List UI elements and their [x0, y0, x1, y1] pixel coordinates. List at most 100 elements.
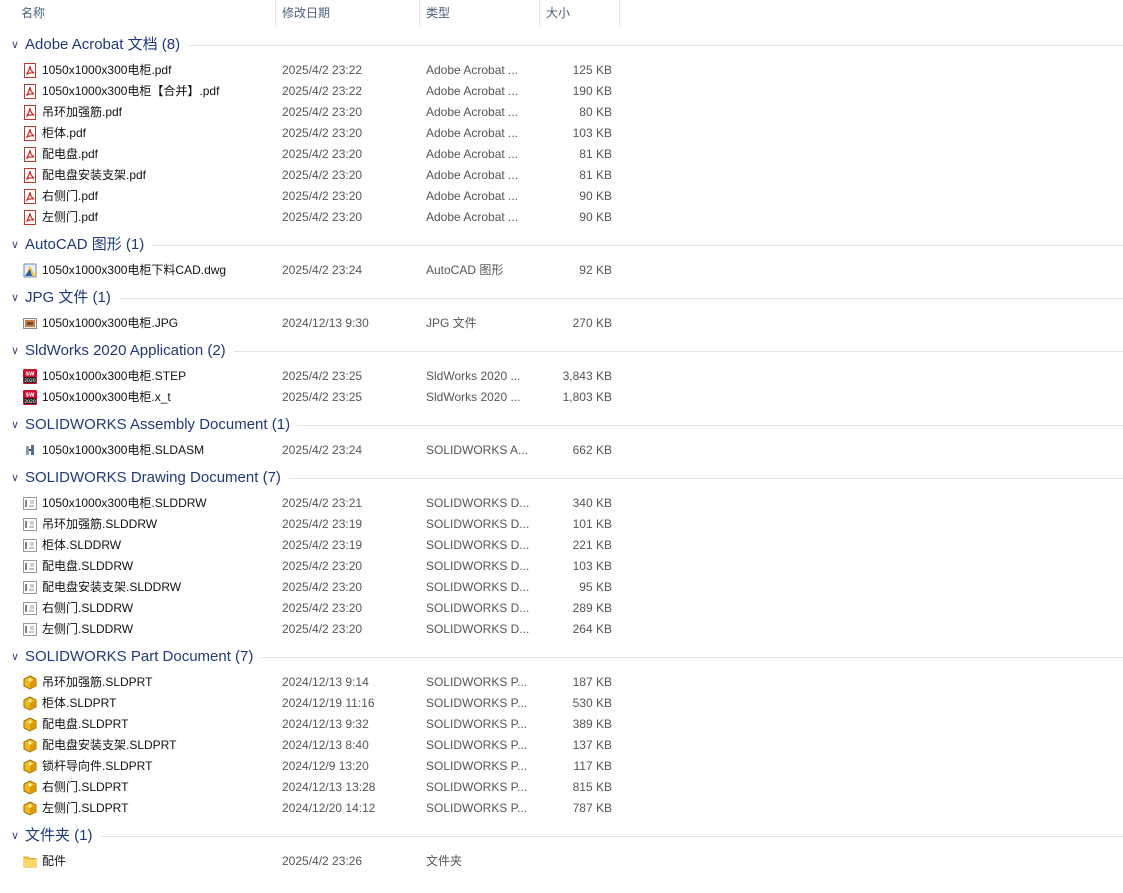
dwg-icon — [23, 263, 37, 278]
file-row[interactable]: 吊环加强筋.pdf 2025/4/2 23:20 Adobe Acrobat ...… — [0, 102, 1123, 123]
chevron-down-icon[interactable]: ∨ — [8, 34, 22, 56]
file-date: 2025/4/2 23:21 — [282, 496, 363, 510]
file-date: 2025/4/2 23:24 — [282, 263, 363, 277]
group-divider — [298, 425, 1123, 426]
group-header[interactable]: ∨ SOLIDWORKS Assembly Document (1) — [0, 414, 1123, 436]
file-row[interactable]: 左侧门.SLDDRW 2025/4/2 23:20 SOLIDWORKS D... 2… — [0, 619, 1123, 640]
file-row[interactable]: 1050x1000x300电柜.JPG 2024/12/13 9:30 JPG 文件… — [0, 313, 1123, 334]
file-name: 1050x1000x300电柜.x_t — [42, 390, 171, 404]
file-type: SOLIDWORKS D... — [426, 601, 530, 615]
group-header[interactable]: ∨ AutoCAD 图形 (1) — [0, 234, 1123, 256]
file-row[interactable]: 右侧门.SLDPRT 2024/12/13 13:28 SOLIDWORKS P..… — [0, 777, 1123, 798]
file-row[interactable]: 配电盘.SLDPRT 2024/12/13 9:32 SOLIDWORKS P...… — [0, 714, 1123, 735]
file-row[interactable]: 右侧门.pdf 2025/4/2 23:20 Adobe Acrobat ... 90… — [0, 186, 1123, 207]
group-header[interactable]: ∨ SldWorks 2020 Application (2) — [0, 340, 1123, 362]
chevron-down-icon[interactable]: ∨ — [8, 467, 22, 489]
chevron-down-icon[interactable]: ∨ — [8, 340, 22, 362]
drawing-icon — [23, 559, 37, 574]
file-size: 137 KB — [572, 738, 612, 752]
svg-text:2020: 2020 — [24, 378, 36, 384]
file-size: 187 KB — [572, 675, 612, 689]
file-row[interactable]: 配电盘安装支架.SLDDRW 2025/4/2 23:20 SOLIDWORKS D… — [0, 577, 1123, 598]
file-row[interactable]: 柜体.SLDDRW 2025/4/2 23:19 SOLIDWORKS D... 22… — [0, 535, 1123, 556]
file-name: 右侧门.pdf — [42, 189, 99, 203]
chevron-down-icon[interactable]: ∨ — [8, 287, 22, 309]
file-row[interactable]: 柜体.SLDPRT 2024/12/19 11:16 SOLIDWORKS P...… — [0, 693, 1123, 714]
column-name-header[interactable]: 名称 — [15, 0, 276, 26]
file-row[interactable]: 1050x1000x300电柜下料CAD.dwg 2025/4/2 23:24 Au… — [0, 260, 1123, 281]
column-size-header[interactable]: 大小 — [540, 0, 620, 26]
chevron-down-icon[interactable]: ∨ — [8, 234, 22, 256]
file-row[interactable]: 配电盘安装支架.pdf 2025/4/2 23:20 Adobe Acrobat .… — [0, 165, 1123, 186]
file-row[interactable]: SW 2020 1050x1000x300电柜.x_t 2025/4/2 23:25 S… — [0, 387, 1123, 408]
pdf-icon — [23, 189, 37, 204]
file-name: 配电盘.pdf — [42, 147, 99, 161]
file-name: 左侧门.SLDPRT — [42, 801, 129, 815]
file-date: 2024/12/13 9:14 — [282, 675, 369, 689]
sldworks-2020-icon: SW 2020 — [23, 390, 37, 405]
group-header[interactable]: ∨ SOLIDWORKS Part Document (7) — [0, 646, 1123, 668]
file-date: 2025/4/2 23:22 — [282, 84, 363, 98]
file-row[interactable]: 配电盘安装支架.SLDPRT 2024/12/13 8:40 SOLIDWORKS … — [0, 735, 1123, 756]
file-type: SOLIDWORKS D... — [426, 517, 530, 531]
assembly-icon — [23, 443, 37, 458]
file-size: 3,843 KB — [562, 369, 612, 383]
file-row[interactable]: 左侧门.pdf 2025/4/2 23:20 Adobe Acrobat ... 90… — [0, 207, 1123, 228]
file-date: 2025/4/2 23:25 — [282, 369, 363, 383]
file-row[interactable]: 1050x1000x300电柜.SLDDRW 2025/4/2 23:21 SOLI… — [0, 493, 1123, 514]
pdf-icon — [23, 105, 37, 120]
file-type: SOLIDWORKS D... — [426, 622, 530, 636]
file-type: SOLIDWORKS D... — [426, 538, 530, 552]
file-row[interactable]: 右侧门.SLDDRW 2025/4/2 23:20 SOLIDWORKS D... 2… — [0, 598, 1123, 619]
file-name: 右侧门.SLDDRW — [42, 601, 134, 615]
file-row[interactable]: 吊环加强筋.SLDDRW 2025/4/2 23:19 SOLIDWORKS D..… — [0, 514, 1123, 535]
file-row[interactable]: 配件 2025/4/2 23:26 文件夹 — [0, 851, 1123, 872]
file-date: 2025/4/2 23:20 — [282, 559, 363, 573]
file-name: 左侧门.pdf — [42, 210, 99, 224]
sort-ascending-icon: ^ — [472, 0, 476, 2]
file-size: 264 KB — [572, 622, 612, 636]
file-row[interactable]: 1050x1000x300电柜.SLDASM 2025/4/2 23:24 SOLI… — [0, 440, 1123, 461]
file-row[interactable]: 锁杆导向件.SLDPRT 2024/12/9 13:20 SOLIDWORKS P.… — [0, 756, 1123, 777]
column-date-header[interactable]: 修改日期 — [276, 0, 420, 26]
group-divider — [100, 836, 1123, 837]
group-title: 文件夹 (1) — [25, 827, 93, 844]
chevron-down-icon[interactable]: ∨ — [8, 414, 22, 436]
group-header[interactable]: ∨ JPG 文件 (1) — [0, 287, 1123, 309]
file-row[interactable]: 吊环加强筋.SLDPRT 2024/12/13 9:14 SOLIDWORKS P.… — [0, 672, 1123, 693]
file-date: 2025/4/2 23:20 — [282, 105, 363, 119]
file-size: 389 KB — [572, 717, 612, 731]
file-row[interactable]: SW 2020 1050x1000x300电柜.STEP 2025/4/2 23:25… — [0, 366, 1123, 387]
file-row[interactable]: 1050x1000x300电柜【合并】.pdf 2025/4/2 23:22 Ado… — [0, 81, 1123, 102]
group-header[interactable]: ∨ SOLIDWORKS Drawing Document (7) — [0, 467, 1123, 489]
group-title: SldWorks 2020 Application (2) — [25, 342, 226, 359]
file-date: 2024/12/13 9:32 — [282, 717, 369, 731]
file-row[interactable]: 配电盘.SLDDRW 2025/4/2 23:20 SOLIDWORKS D... 1… — [0, 556, 1123, 577]
file-size: 662 KB — [572, 443, 612, 457]
file-row[interactable]: 柜体.pdf 2025/4/2 23:20 Adobe Acrobat ... 103… — [0, 123, 1123, 144]
file-type: SldWorks 2020 ... — [426, 390, 521, 404]
file-row[interactable]: 1050x1000x300电柜.pdf 2025/4/2 23:22 Adobe A… — [0, 60, 1123, 81]
file-row[interactable]: 配电盘.pdf 2025/4/2 23:20 Adobe Acrobat ... 81… — [0, 144, 1123, 165]
pdf-icon — [23, 63, 37, 78]
jpg-icon — [23, 316, 37, 331]
file-date: 2025/4/2 23:22 — [282, 63, 363, 77]
file-type: Adobe Acrobat ... — [426, 210, 519, 224]
file-size: 289 KB — [572, 601, 612, 615]
file-type: SldWorks 2020 ... — [426, 369, 521, 383]
chevron-down-icon[interactable]: ∨ — [8, 646, 22, 668]
file-size: 103 KB — [572, 126, 612, 140]
file-name: 右侧门.SLDPRT — [42, 780, 129, 794]
file-type: SOLIDWORKS P... — [426, 759, 528, 773]
group-header[interactable]: ∨ 文件夹 (1) — [0, 825, 1123, 847]
chevron-down-icon[interactable]: ∨ — [8, 825, 22, 847]
file-type: SOLIDWORKS P... — [426, 717, 528, 731]
file-date: 2024/12/20 14:12 — [282, 801, 376, 815]
file-date: 2025/4/2 23:20 — [282, 601, 363, 615]
file-size: 815 KB — [572, 780, 612, 794]
column-type-header[interactable]: 类型 — [420, 0, 540, 26]
file-name: 配电盘.SLDPRT — [42, 717, 129, 731]
file-row[interactable]: 左侧门.SLDPRT 2024/12/20 14:12 SOLIDWORKS P..… — [0, 798, 1123, 819]
group-header[interactable]: ∨ Adobe Acrobat 文档 (8) — [0, 34, 1123, 56]
file-name: 锁杆导向件.SLDPRT — [42, 759, 153, 773]
